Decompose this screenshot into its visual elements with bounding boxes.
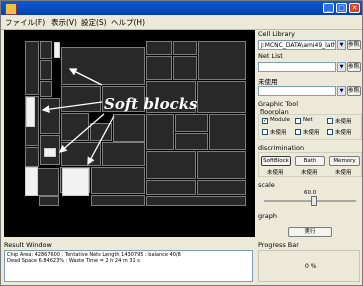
unused-label: 未使用 xyxy=(270,130,287,136)
memory-button[interactable]: Memory xyxy=(329,156,360,166)
title-bar[interactable]: _ □ ✕ xyxy=(1,1,362,15)
menu-help[interactable]: ヘルプ(H) xyxy=(111,17,145,28)
unused-checkbox[interactable] xyxy=(295,129,301,135)
minimize-button[interactable]: _ xyxy=(323,3,334,13)
module-checkbox[interactable]: ✓ xyxy=(262,118,268,124)
scale-slider-track[interactable] xyxy=(264,200,356,202)
menu-file[interactable]: ファイル(F) xyxy=(5,17,45,28)
progress-value: 0 % xyxy=(305,263,317,270)
net-label: Net xyxy=(303,117,313,123)
unused-label: 未使用 xyxy=(335,130,352,136)
application-window: _ □ ✕ ファイル(F) 表示(V) 設定(S) ヘルプ(H) Soft bl… xyxy=(0,0,363,286)
unused-checkbox[interactable] xyxy=(327,118,333,124)
unused-label: 未使用 xyxy=(267,170,284,176)
floorplan-group: ✓ Module Net 未使用 未使用 未使用 未使用 xyxy=(258,114,362,140)
progress-bar-label: Progress Bar xyxy=(258,241,299,249)
module-label: Module xyxy=(270,117,290,123)
unused-label: 未使用 xyxy=(335,170,352,176)
unused-checkbox[interactable] xyxy=(262,129,268,135)
net-list-combo[interactable] xyxy=(258,62,336,72)
callout-arrow-group xyxy=(41,68,115,166)
cell-library-label: Cell Library xyxy=(258,30,295,38)
progress-bar: 0 % xyxy=(258,250,360,282)
graphic-tool-label: Graphic Tool xyxy=(258,100,299,108)
unused-combo[interactable] xyxy=(258,86,336,96)
bath-button[interactable]: Bath xyxy=(295,156,325,166)
callout-arrow xyxy=(87,115,115,166)
net-list-label: Net List xyxy=(258,52,283,60)
callout-arrow xyxy=(68,68,103,86)
result-window-label: Result Window xyxy=(4,241,52,249)
unused-label: 未使用 xyxy=(258,78,278,86)
result-line: Dead Space 6.84623% : Waste Time = 2 h 2… xyxy=(7,258,140,264)
chevron-down-icon[interactable]: ▼ xyxy=(337,62,346,72)
control-panel: Cell Library J:MCNC_DATA\ami49_lath ▼ 参照… xyxy=(258,30,362,240)
unused-label: 未使用 xyxy=(301,170,318,176)
chevron-down-icon[interactable]: ▼ xyxy=(337,86,346,96)
app-icon xyxy=(5,3,17,15)
scale-slider-thumb[interactable] xyxy=(311,196,318,206)
graph-label: graph xyxy=(258,212,278,220)
unused-checkbox[interactable] xyxy=(327,129,333,135)
result-text-area[interactable]: Chip Area: 42867600 : Tentative Nets Len… xyxy=(4,250,253,282)
unused-label: 未使用 xyxy=(303,130,320,136)
discrimination-label: discrimination xyxy=(258,144,305,152)
cell-library-browse-button[interactable]: 参照... xyxy=(347,40,361,50)
menu-bar: ファイル(F) 表示(V) 設定(S) ヘルプ(H) xyxy=(1,15,362,30)
softblock-button[interactable]: SoftBlock xyxy=(261,156,291,166)
soft-blocks-callout: Soft blocks xyxy=(104,95,198,113)
discrimination-group: SoftBlock Bath Memory 未使用 未使用 未使用 xyxy=(258,152,362,177)
scale-label: scale xyxy=(258,181,275,189)
chevron-down-icon[interactable]: ▼ xyxy=(337,40,346,50)
floorplan-canvas[interactable]: Soft blocks xyxy=(4,30,255,237)
close-button[interactable]: ✕ xyxy=(349,3,360,13)
progress-panel: Progress Bar 0 % xyxy=(258,240,360,284)
cell-library-combo[interactable]: J:MCNC_DATA\ami49_lath xyxy=(258,40,336,50)
net-list-browse-button[interactable]: 参照... xyxy=(347,62,361,72)
net-checkbox[interactable] xyxy=(295,118,301,124)
menu-settings[interactable]: 設定(S) xyxy=(81,17,107,28)
unused-browse-button[interactable]: 参照... xyxy=(347,86,361,96)
maximize-button[interactable]: □ xyxy=(336,3,347,13)
unused-label: 未使用 xyxy=(335,119,352,125)
menu-view[interactable]: 表示(V) xyxy=(51,17,77,28)
callout-arrow xyxy=(41,101,103,113)
result-window: Result Window Chip Area: 42867600 : Tent… xyxy=(4,240,255,284)
execute-button[interactable]: 実行 xyxy=(288,227,332,237)
